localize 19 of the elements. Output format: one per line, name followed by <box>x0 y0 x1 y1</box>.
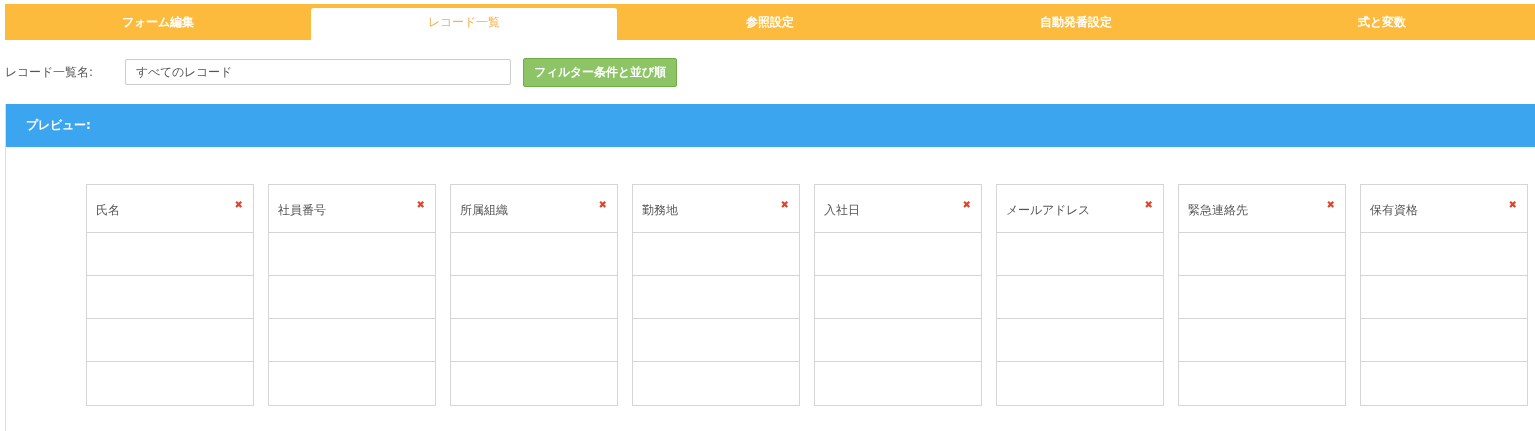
column-name: 社員番号 <box>278 202 326 219</box>
column-name: メールアドレス <box>1006 202 1090 219</box>
column-name: 緊急連絡先 <box>1188 202 1248 219</box>
remove-icon[interactable]: ✖ <box>1144 199 1153 210</box>
list-name-field[interactable]: すべてのレコード <box>125 59 511 85</box>
remove-icon[interactable]: ✖ <box>234 199 243 210</box>
remove-icon[interactable]: ✖ <box>1508 199 1517 210</box>
column-name: 氏名 <box>96 202 120 219</box>
remove-icon[interactable]: ✖ <box>1326 199 1335 210</box>
remove-icon[interactable]: ✖ <box>598 199 607 210</box>
column-name: 勤務地 <box>642 202 678 219</box>
remove-icon[interactable]: ✖ <box>416 199 425 210</box>
column-name: 保有資格 <box>1370 202 1418 219</box>
column-name: 所属組織 <box>460 202 508 219</box>
list-name-label: レコード一覧名: <box>5 63 95 81</box>
column-name: 入社日 <box>824 202 860 219</box>
remove-icon[interactable]: ✖ <box>780 199 789 210</box>
remove-icon[interactable]: ✖ <box>962 199 971 210</box>
preview-title: プレビュー: <box>26 117 91 134</box>
